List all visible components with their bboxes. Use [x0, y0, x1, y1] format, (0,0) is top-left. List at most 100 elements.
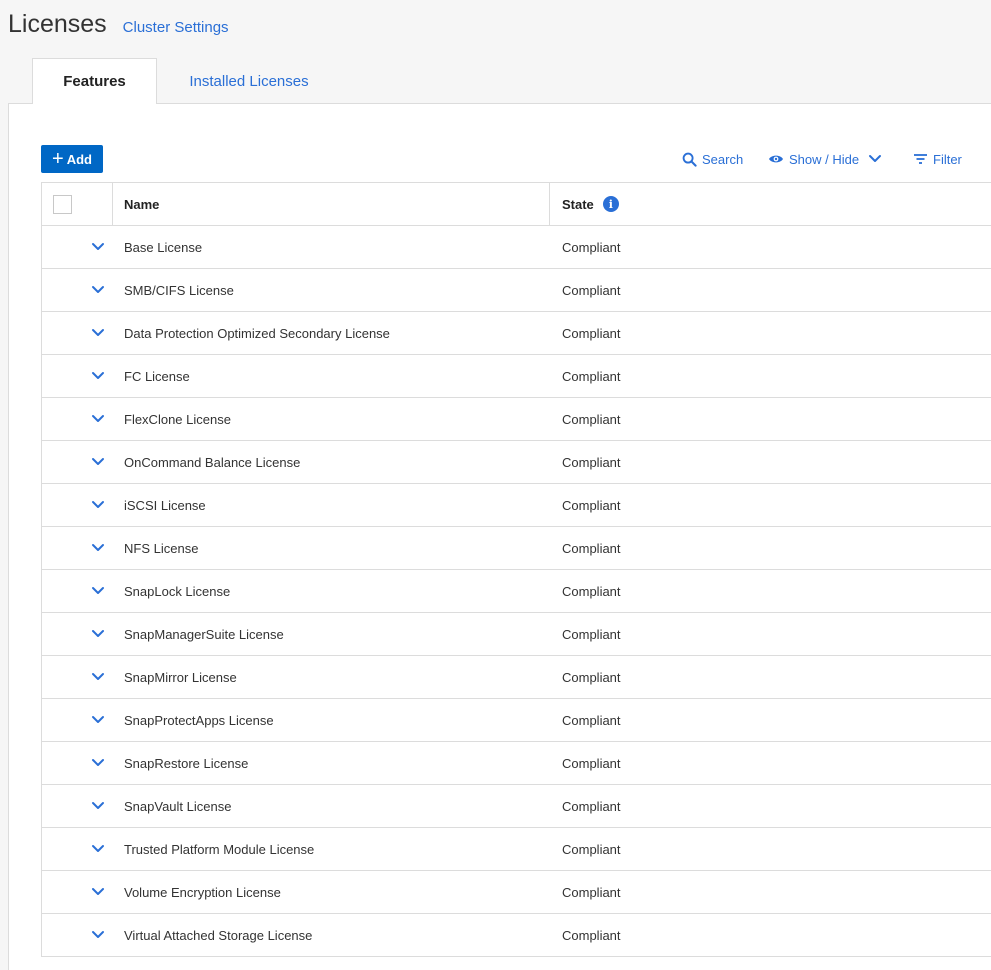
- expand-row-button[interactable]: [42, 398, 113, 440]
- table-header: Name State i: [42, 183, 991, 226]
- license-name: SnapVault License: [124, 798, 232, 814]
- chevron-down-icon: [92, 243, 104, 250]
- table-row[interactable]: FC License Compliant: [42, 355, 991, 398]
- license-name: Base License: [124, 239, 203, 255]
- plus-icon: +: [52, 148, 64, 170]
- chevron-down-icon: [92, 501, 104, 508]
- table-row[interactable]: Virtual Attached Storage License Complia…: [42, 914, 991, 957]
- expand-row-button[interactable]: [42, 269, 113, 311]
- expand-row-button[interactable]: [42, 785, 113, 827]
- chevron-down-icon: [92, 630, 104, 637]
- license-state: Compliant: [562, 798, 621, 814]
- search-icon: [682, 152, 697, 167]
- license-name: FlexClone License: [124, 411, 231, 427]
- table-row[interactable]: SnapManagerSuite License Compliant: [42, 613, 991, 656]
- chevron-down-icon: [92, 415, 104, 422]
- license-name: Virtual Attached Storage License: [124, 927, 313, 943]
- license-name: Volume Encryption License: [124, 884, 281, 900]
- license-state: Compliant: [562, 841, 621, 857]
- expand-row-button[interactable]: [42, 527, 113, 569]
- filter-icon: [914, 154, 927, 164]
- column-header-name[interactable]: Name: [113, 183, 550, 225]
- license-state: Compliant: [562, 239, 621, 255]
- table-row[interactable]: SnapLock License Compliant: [42, 570, 991, 613]
- chevron-down-icon: [92, 802, 104, 809]
- license-name: SnapProtectApps License: [124, 712, 274, 728]
- licenses-table: Name State i Base License Compliant SMB/…: [41, 182, 991, 957]
- table-row[interactable]: SnapMirror License Compliant: [42, 656, 991, 699]
- show-hide-button[interactable]: Show / Hide: [768, 150, 882, 168]
- chevron-down-icon: [92, 716, 104, 723]
- expand-row-button[interactable]: [42, 656, 113, 698]
- expand-row-button[interactable]: [42, 742, 113, 784]
- tab-features[interactable]: Features: [32, 58, 157, 104]
- table-row[interactable]: SnapRestore License Compliant: [42, 742, 991, 785]
- license-name: NFS License: [124, 540, 199, 556]
- table-body: Base License Compliant SMB/CIFS License …: [42, 226, 991, 957]
- table-row[interactable]: Base License Compliant: [42, 226, 991, 269]
- tab-installed-licenses[interactable]: Installed Licenses: [157, 58, 341, 104]
- table-row[interactable]: iSCSI License Compliant: [42, 484, 991, 527]
- chevron-down-icon: [92, 372, 104, 379]
- expand-row-button[interactable]: [42, 914, 113, 956]
- expand-row-button[interactable]: [42, 613, 113, 655]
- license-name: SnapMirror License: [124, 669, 237, 685]
- expand-row-button[interactable]: [42, 871, 113, 913]
- chevron-down-icon: [92, 544, 104, 551]
- filter-button[interactable]: Filter: [913, 150, 962, 168]
- table-row[interactable]: Trusted Platform Module License Complian…: [42, 828, 991, 871]
- chevron-down-icon: [92, 286, 104, 293]
- license-state: Compliant: [562, 884, 621, 900]
- search-button[interactable]: Search: [682, 150, 743, 168]
- license-name: iSCSI License: [124, 497, 206, 513]
- chevron-down-icon: [869, 155, 882, 162]
- chevron-down-icon: [92, 587, 104, 594]
- add-button[interactable]: + Add: [41, 145, 103, 173]
- info-icon[interactable]: i: [602, 196, 619, 212]
- chevron-down-icon: [92, 845, 104, 852]
- license-state: Compliant: [562, 282, 621, 298]
- expand-row-button[interactable]: [42, 441, 113, 483]
- expand-row-button[interactable]: [42, 828, 113, 870]
- column-header-state-label: State: [562, 196, 594, 212]
- table-row[interactable]: SMB/CIFS License Compliant: [42, 269, 991, 312]
- filter-label: Filter: [933, 151, 962, 167]
- expand-row-button[interactable]: [42, 699, 113, 741]
- table-row[interactable]: SnapVault License Compliant: [42, 785, 991, 828]
- page-header: Licenses Cluster Settings: [8, 10, 229, 39]
- license-state: Compliant: [562, 540, 621, 556]
- column-header-state[interactable]: State i: [550, 183, 991, 225]
- expand-row-button[interactable]: [42, 484, 113, 526]
- license-state: Compliant: [562, 927, 621, 943]
- add-button-label: Add: [66, 151, 92, 167]
- chevron-down-icon: [92, 759, 104, 766]
- expand-row-button[interactable]: [42, 570, 113, 612]
- chevron-down-icon: [92, 329, 104, 336]
- expand-row-button[interactable]: [42, 226, 113, 268]
- table-row[interactable]: Data Protection Optimized Secondary Lice…: [42, 312, 991, 355]
- license-name: FC License: [124, 368, 190, 384]
- table-row[interactable]: OnCommand Balance License Compliant: [42, 441, 991, 484]
- select-all-cell: [42, 183, 113, 225]
- chevron-down-icon: [92, 888, 104, 895]
- license-state: Compliant: [562, 368, 621, 384]
- table-row[interactable]: FlexClone License Compliant: [42, 398, 991, 441]
- show-hide-label: Show / Hide: [789, 151, 860, 167]
- search-label: Search: [702, 151, 744, 167]
- table-row[interactable]: Volume Encryption License Compliant: [42, 871, 991, 914]
- expand-row-button[interactable]: [42, 355, 113, 397]
- table-row[interactable]: NFS License Compliant: [42, 527, 991, 570]
- license-name: Trusted Platform Module License: [124, 841, 315, 857]
- license-name: SnapRestore License: [124, 755, 249, 771]
- chevron-down-icon: [92, 931, 104, 938]
- license-state: Compliant: [562, 454, 621, 470]
- page-title: Licenses: [8, 10, 107, 38]
- license-name: OnCommand Balance License: [124, 454, 301, 470]
- table-row[interactable]: SnapProtectApps License Compliant: [42, 699, 991, 742]
- license-name: SnapManagerSuite License: [124, 626, 284, 642]
- select-all-checkbox[interactable]: [53, 194, 72, 214]
- license-state: Compliant: [562, 669, 621, 685]
- expand-row-button[interactable]: [42, 312, 113, 354]
- license-state: Compliant: [562, 411, 621, 427]
- cluster-settings-link[interactable]: Cluster Settings: [123, 19, 229, 36]
